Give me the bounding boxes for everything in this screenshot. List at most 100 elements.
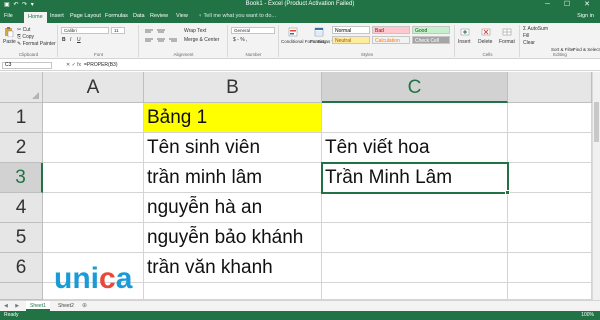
column-header-a[interactable]: A (43, 72, 144, 103)
cell-d5[interactable] (508, 223, 592, 253)
delete-cells-icon[interactable] (481, 27, 491, 37)
cell-a2[interactable] (43, 133, 144, 163)
paste-button[interactable]: Paste (3, 39, 16, 45)
clear-button[interactable]: Clear (523, 40, 535, 46)
cell-c6[interactable] (322, 253, 508, 283)
cell-a1[interactable] (43, 103, 144, 133)
number-format-select[interactable]: General (231, 27, 275, 34)
row-header-3[interactable]: 3 (0, 163, 43, 193)
cell-c7[interactable] (322, 283, 508, 300)
cell-c3-active[interactable]: Trần Minh Lâm (321, 162, 509, 194)
format-cells-button[interactable]: Format (499, 39, 515, 45)
styles-label: Styles (360, 52, 374, 57)
editing-label: Editing (553, 52, 567, 57)
cell-d6[interactable] (508, 253, 592, 283)
fx-buttons[interactable]: ✕ ✓ fx (66, 62, 81, 68)
sheet-tab-sheet1[interactable]: Sheet1 (26, 301, 50, 311)
sheet-tab-sheet2[interactable]: Sheet2 (54, 301, 78, 311)
cell-d7[interactable] (508, 283, 592, 300)
format-cells-icon[interactable] (502, 27, 512, 37)
ribbon-tabs: File Home Insert Page Layout Formulas Da… (0, 11, 600, 23)
fill-button[interactable]: Fill (523, 33, 529, 39)
style-neutral[interactable]: Neutral (332, 36, 370, 44)
column-header-b[interactable]: B (144, 72, 322, 103)
cell-c2[interactable]: Tên viết hoa (322, 133, 508, 163)
style-normal[interactable]: Normal (332, 26, 370, 34)
cell-b1[interactable]: Bảng 1 (144, 103, 322, 133)
cell-b4[interactable]: nguyễn hà an (144, 193, 322, 223)
cell-a3[interactable] (43, 163, 144, 193)
bold-button[interactable]: B (62, 37, 66, 43)
tab-formulas[interactable]: Formulas (105, 13, 128, 19)
tab-review[interactable]: Review (150, 13, 168, 19)
window-controls[interactable]: ─ ☐ ✕ (545, 0, 596, 8)
conditional-formatting-icon[interactable] (288, 27, 298, 37)
row-header-5[interactable]: 5 (0, 223, 43, 253)
vertical-scrollbar[interactable] (592, 72, 600, 300)
cell-b3[interactable]: trần minh lâm (144, 163, 322, 193)
tab-home[interactable]: Home (24, 12, 47, 23)
paste-icon[interactable] (4, 27, 14, 37)
tab-insert[interactable]: Insert (50, 13, 64, 19)
cell-a4[interactable] (43, 193, 144, 223)
cell-a5[interactable] (43, 223, 144, 253)
row-header-7[interactable] (0, 283, 43, 300)
zoom-level[interactable]: 100% (581, 312, 594, 318)
column-header-c[interactable]: C (322, 72, 508, 103)
italic-button[interactable]: I (70, 37, 71, 43)
title-bar: ▣ ↶ ↷ ▾ Book1 - Excel (Product Activatio… (0, 0, 600, 11)
cell-b7[interactable] (144, 283, 322, 300)
cell-d3[interactable] (508, 163, 592, 193)
row-header-1[interactable]: 1 (0, 103, 43, 133)
row-header-2[interactable]: 2 (0, 133, 43, 163)
wrap-text-button[interactable]: Wrap Text (184, 28, 206, 34)
select-all-corner[interactable] (0, 72, 43, 103)
style-check-cell[interactable]: Check Cell (412, 36, 450, 44)
sheet-nav-arrows[interactable]: ◀ ▶ (4, 303, 22, 309)
font-size-select[interactable]: 11 (111, 27, 125, 34)
insert-cells-icon[interactable] (460, 27, 470, 37)
cell-d1[interactable] (508, 103, 592, 133)
format-painter-button[interactable]: ✎ Format Painter (17, 41, 56, 47)
tell-me-search[interactable]: ♀ Tell me what you want to do... (198, 13, 276, 19)
scrollbar-thumb[interactable] (594, 102, 599, 142)
underline-button[interactable]: U (77, 37, 81, 43)
column-header-d[interactable] (508, 72, 592, 103)
cells-label: Cells (482, 52, 493, 57)
cell-d4[interactable] (508, 193, 592, 223)
cell-b6[interactable]: trần văn khanh (144, 253, 322, 283)
delete-cells-button[interactable]: Delete (478, 39, 492, 45)
cells-group: Insert Delete Format Cells (456, 25, 520, 57)
merge-center-button[interactable]: Merge & Center (184, 37, 219, 43)
number-format-buttons[interactable]: $ - % , (233, 37, 247, 43)
copy-button[interactable]: ⎘ Copy (17, 34, 34, 40)
row-header-6[interactable]: 6 (0, 253, 43, 283)
tab-data[interactable]: Data (133, 13, 145, 19)
font-name-select[interactable]: Calibri (61, 27, 109, 34)
style-bad[interactable]: Bad (372, 26, 410, 34)
autosum-button[interactable]: Σ AutoSum (523, 26, 548, 32)
name-box[interactable]: C3 (2, 62, 52, 69)
unica-logo: unica (54, 262, 133, 292)
cell-c1[interactable] (322, 103, 508, 133)
add-sheet-icon[interactable]: ⊕ (82, 302, 87, 309)
style-calculation[interactable]: Calculation (372, 36, 410, 44)
tab-file[interactable]: File (4, 13, 13, 19)
select-all-triangle-icon (32, 92, 39, 99)
fill-handle[interactable] (505, 190, 510, 195)
cut-button[interactable]: ✂ Cut (17, 27, 30, 33)
style-good[interactable]: Good (412, 26, 450, 34)
cell-d2[interactable] (508, 133, 592, 163)
cell-b2[interactable]: Tên sinh viên (144, 133, 322, 163)
format-as-table-icon[interactable] (314, 27, 324, 37)
insert-cells-button[interactable]: Insert (458, 39, 471, 45)
cell-c5[interactable] (322, 223, 508, 253)
align-icons[interactable] (144, 28, 180, 46)
tab-page-layout[interactable]: Page Layout (70, 13, 101, 19)
sign-in-link[interactable]: Sign in (577, 13, 594, 19)
tab-view[interactable]: View (176, 13, 188, 19)
formula-input[interactable]: =PROPER(B3) (84, 62, 117, 68)
row-header-4[interactable]: 4 (0, 193, 43, 223)
cell-b5[interactable]: nguyễn bảo khánh (144, 223, 322, 253)
cell-c4[interactable] (322, 193, 508, 223)
